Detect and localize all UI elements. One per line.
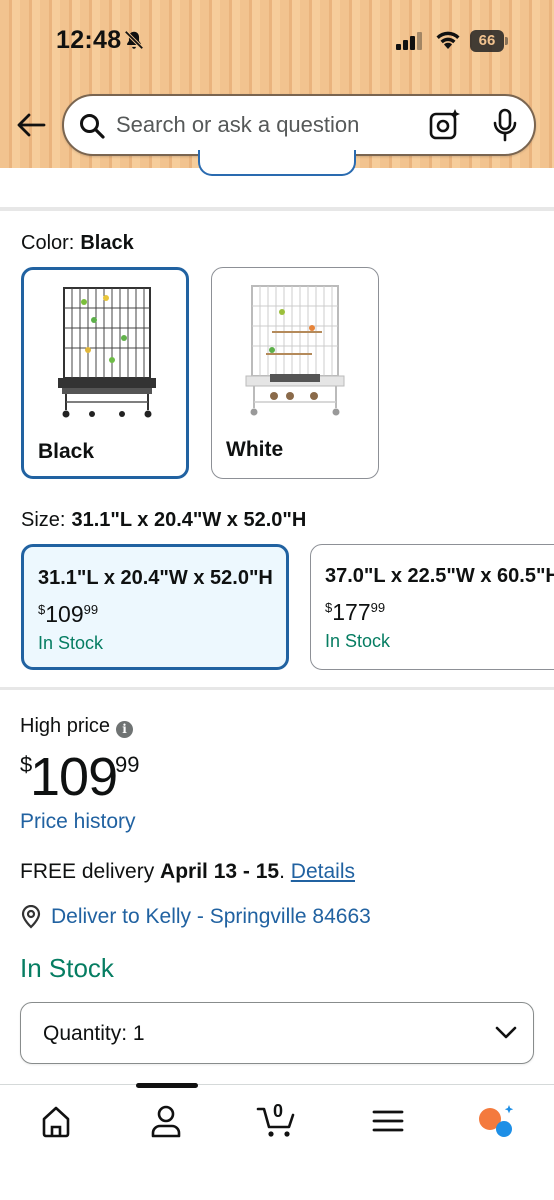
bottom-navigation: 0 (0, 1083, 554, 1200)
chevron-down-icon (495, 1026, 517, 1039)
color-selected-value: Black (80, 232, 134, 254)
delivery-info: FREE delivery April 13 - 15. Details (20, 860, 355, 883)
delivery-details-link[interactable]: Details (291, 860, 355, 883)
location-pin-icon (21, 905, 41, 929)
size-label-row: Size: 31.1"L x 20.4"W x 52.0"H (21, 509, 306, 532)
size-option-dimensions: 37.0"L x 22.5"W x 60.5"H (325, 565, 554, 587)
battery-indicator: 66 (470, 30, 508, 52)
menu-icon[interactable] (368, 1103, 408, 1139)
black-cage-image (58, 287, 156, 418)
size-label: Size: (21, 509, 66, 531)
section-divider (0, 207, 554, 211)
search-input[interactable] (116, 108, 406, 142)
app-header: 12:48 66 (0, 0, 554, 168)
price-history-link[interactable]: Price history (20, 810, 136, 834)
size-selected-value: 31.1"L x 20.4"W x 52.0"H (71, 509, 307, 531)
size-option-price: $10999 (38, 601, 99, 627)
size-option-price: $17799 (325, 599, 386, 625)
battery-level: 66 (478, 32, 496, 49)
info-icon[interactable]: i (116, 721, 134, 738)
search-icon (80, 114, 105, 139)
microphone-icon[interactable] (492, 108, 518, 142)
size-option-stock: In Stock (38, 633, 104, 653)
high-price-label: High price i (20, 715, 134, 738)
silent-bell-icon (124, 30, 144, 50)
deliver-to-link[interactable]: Deliver to Kelly - Springville 84663 (51, 905, 371, 929)
back-arrow-icon[interactable] (16, 112, 46, 138)
size-option-small[interactable]: 31.1"L x 20.4"W x 52.0"H $10999 In Stock (21, 544, 289, 670)
cart-button[interactable]: 0 (256, 1101, 300, 1139)
delivery-dates: April 13 - 15 (160, 860, 280, 883)
camera-lens-icon[interactable] (428, 108, 462, 142)
size-option-large[interactable]: 37.0"L x 22.5"W x 60.5"H $17799 In Stock (310, 544, 554, 670)
color-swatch-label: Black (38, 440, 95, 463)
cart-count: 0 (273, 1101, 284, 1121)
color-swatch-black[interactable]: Black (21, 267, 189, 479)
active-tab-indicator (136, 1083, 198, 1088)
availability-status: In Stock (20, 953, 114, 983)
partial-button[interactable] (198, 150, 356, 176)
rufus-assistant-icon[interactable] (476, 1103, 516, 1139)
size-option-dimensions: 31.1"L x 20.4"W x 52.0"H (38, 567, 273, 589)
home-icon[interactable] (36, 1103, 76, 1139)
white-cage-image (245, 285, 345, 416)
section-divider (0, 687, 554, 690)
quantity-label: Quantity: 1 (43, 1022, 145, 1045)
status-time: 12:48 (56, 26, 122, 54)
color-swatch-label: White (226, 438, 284, 461)
cellular-signal-icon (396, 32, 422, 50)
color-label: Color: (21, 232, 75, 254)
color-label-row: Color: Black (21, 232, 134, 255)
account-icon[interactable] (146, 1103, 186, 1139)
quantity-selector[interactable]: Quantity: 1 (20, 1002, 534, 1064)
search-bar[interactable] (62, 94, 536, 156)
size-option-stock: In Stock (325, 631, 391, 651)
wifi-icon (436, 31, 460, 49)
color-swatch-white[interactable]: White (211, 267, 379, 479)
